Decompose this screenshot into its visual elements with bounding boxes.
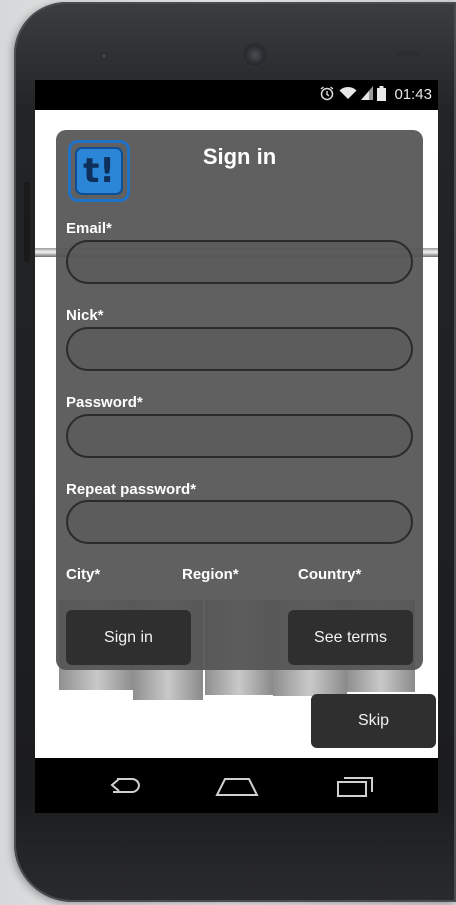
phone-speaker-dot bbox=[100, 52, 108, 60]
password-field[interactable] bbox=[66, 414, 413, 458]
nick-label: Nick* bbox=[66, 307, 104, 324]
nick-field[interactable] bbox=[66, 327, 413, 371]
home-icon[interactable] bbox=[207, 758, 267, 813]
status-bar: 01:43 bbox=[35, 80, 438, 110]
phone-side-button bbox=[24, 182, 30, 262]
battery-icon bbox=[377, 85, 387, 104]
alarm-clock-icon bbox=[319, 85, 335, 104]
back-icon[interactable] bbox=[95, 758, 155, 813]
navigation-bar bbox=[35, 758, 438, 813]
skip-button[interactable]: Skip bbox=[311, 694, 436, 748]
signin-card: t! Sign in Email* Nick* Password* Repeat… bbox=[56, 130, 423, 670]
recent-apps-icon[interactable] bbox=[325, 758, 385, 813]
repeat-password-field[interactable] bbox=[66, 500, 413, 544]
email-field[interactable] bbox=[66, 240, 413, 284]
region-selector[interactable]: Region* bbox=[182, 566, 239, 583]
see-terms-button[interactable]: See terms bbox=[288, 610, 413, 665]
city-selector[interactable]: City* bbox=[66, 566, 100, 583]
password-label: Password* bbox=[66, 394, 143, 411]
repeat-password-label: Repeat password* bbox=[66, 481, 197, 498]
country-selector[interactable]: Country* bbox=[298, 566, 361, 583]
page-title: Sign in bbox=[202, 144, 277, 169]
phone-screen: 01:43 t! Sign in Email* Nick* Password* … bbox=[35, 80, 438, 787]
cell-signal-icon bbox=[361, 86, 374, 103]
phone-sensor bbox=[396, 51, 420, 56]
wifi-icon bbox=[339, 86, 357, 103]
status-time: 01:43 bbox=[394, 86, 432, 103]
front-camera bbox=[244, 44, 266, 66]
signin-button[interactable]: Sign in bbox=[66, 610, 191, 665]
email-label: Email* bbox=[66, 220, 112, 237]
